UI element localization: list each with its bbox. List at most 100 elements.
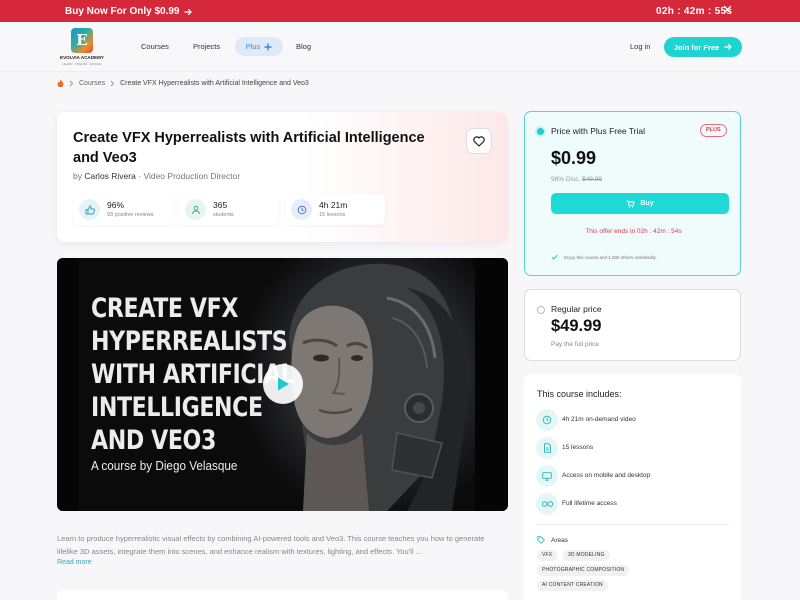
login-link[interactable]: Log in — [630, 42, 650, 51]
author-name[interactable]: Carlos Rivera — [84, 171, 136, 181]
stat-reviews-label: 93 positive reviews — [107, 212, 154, 218]
tag-icon — [537, 536, 545, 544]
video-title-line: HYPERREALISTS — [91, 326, 288, 357]
video-title-line: AND VEO3 — [91, 425, 216, 456]
plus-offer-label: Price with Plus Free Trial — [551, 126, 645, 136]
promo-timer: 02h : 42m : 55s — [656, 6, 733, 17]
play-icon — [276, 376, 290, 392]
buy-label: Buy — [640, 200, 654, 207]
nav-plus[interactable]: Plus — [235, 37, 283, 56]
stat-duration: 4h 21m 15 lessons — [285, 194, 385, 225]
stat-reviews-value: 96% — [107, 200, 125, 210]
includes-item: Access on mobile and desktop — [536, 465, 731, 487]
stat-duration-label: 15 lessons — [319, 212, 346, 218]
read-more-link[interactable]: Read more — [57, 559, 92, 566]
course-title: Create VFX Hyperrealists with Artificial… — [73, 130, 425, 166]
arrow-right-icon — [724, 43, 733, 51]
stat-students-value: 365 — [213, 200, 228, 210]
regular-offer-card[interactable]: Regular price $49.99 Pay the full price — [524, 289, 741, 361]
user-icon — [185, 199, 206, 220]
promo-buy-label[interactable]: Buy Now For Only $0.99 — [65, 6, 179, 17]
regular-offer-price: $49.99 — [551, 317, 602, 335]
plus-icon — [264, 43, 272, 51]
favorite-button[interactable] — [466, 128, 492, 154]
arrow-right-icon — [184, 8, 193, 16]
clock-icon — [536, 409, 558, 431]
monitor-icon — [536, 465, 558, 487]
discount-line: 98% Disc. $49.99 — [551, 176, 602, 183]
enjoy-note: Enjoy this course and 1,000 others unlim… — [551, 254, 657, 260]
area-tag[interactable]: PHOTOGRAPHIC COMPOSITION — [537, 565, 630, 576]
nav-plus-label: Plus — [245, 42, 261, 51]
promo-bar: Buy Now For Only $0.99 02h : 42m : 55s — [0, 0, 800, 22]
stat-reviews: 96% 93 positive reviews — [73, 194, 173, 225]
site-logo[interactable]: E EVOLVIA ACADEMY LEARN · CREATE · EVOLV… — [59, 28, 105, 68]
original-price: $49.99 — [582, 176, 602, 183]
includes-item: 15 lessons — [536, 437, 731, 459]
infinity-icon — [536, 493, 558, 515]
close-icon[interactable] — [723, 5, 732, 14]
nav-projects[interactable]: Projects — [193, 42, 220, 51]
stat-students: 365 students — [179, 194, 279, 225]
enjoy-text: Enjoy this course and 1,000 others unlim… — [564, 254, 657, 260]
includes-item: Full lifetime access — [536, 493, 731, 515]
course-description: Learn to produce hyperrealistic visual e… — [57, 534, 485, 556]
includes-title: This course includes: — [537, 389, 622, 399]
logo-tagline: LEARN · CREATE · EVOLVE — [62, 62, 102, 66]
regular-offer-label: Regular price — [551, 304, 602, 314]
areas-header: Areas — [537, 536, 568, 544]
heart-icon — [473, 135, 485, 147]
includes-item: 4h 21m on-demand video — [536, 409, 731, 431]
thumbs-up-icon — [79, 199, 100, 220]
author-role: Video Production Director — [143, 171, 241, 181]
video-title-line: INTELLIGENCE — [91, 392, 263, 423]
join-button[interactable]: Join for Free — [664, 37, 742, 57]
plus-offer-radio[interactable] — [537, 128, 544, 135]
divider — [536, 524, 729, 525]
area-tag[interactable]: VFX — [537, 550, 558, 561]
includes-item-text: 4h 21m on-demand video — [562, 416, 636, 423]
promo-buy-link[interactable]: Buy Now For Only $0.99 — [65, 6, 193, 17]
video-subtitle: A course by Diego Velasque — [91, 458, 238, 473]
chevron-right-icon — [69, 80, 74, 87]
flame-icon[interactable] — [57, 79, 64, 87]
areas-label: Areas — [551, 536, 568, 544]
area-tag[interactable]: AI CONTENT CREATION — [537, 580, 608, 591]
play-button[interactable] — [263, 364, 303, 404]
breadcrumb-current: Create VFX Hyperrealists with Artificial… — [120, 79, 309, 87]
includes-item-text: Access on mobile and desktop — [562, 472, 651, 479]
nav-blog[interactable]: Blog — [296, 42, 311, 51]
logo-badge: E — [71, 28, 93, 53]
buy-button[interactable]: Buy — [551, 193, 729, 214]
course-video-player[interactable]: CREATE VFX HYPERREALISTS WITH ARTIFICIAL… — [57, 258, 508, 511]
join-label: Join for Free — [673, 42, 720, 52]
site-header: E EVOLVIA ACADEMY LEARN · CREATE · EVOLV… — [0, 22, 800, 72]
plus-offer-card[interactable]: Price with Plus Free Trial PLUS $0.99 98… — [524, 111, 741, 276]
next-section-card — [57, 590, 508, 600]
byline-by: by — [73, 171, 82, 181]
stat-duration-value: 4h 21m — [319, 200, 348, 210]
byline-separator: · — [138, 171, 142, 181]
includes-item-text: 15 lessons — [562, 444, 594, 451]
video-title-line: CREATE VFX — [91, 293, 239, 324]
regular-offer-radio[interactable] — [537, 306, 545, 314]
regular-offer-note: Pay the full price — [551, 341, 600, 348]
plus-offer-price: $0.99 — [551, 148, 597, 168]
cart-icon — [626, 199, 636, 208]
document-icon — [536, 437, 558, 459]
includes-item-text: Full lifetime access — [562, 500, 617, 507]
clock-icon — [291, 199, 312, 220]
stat-students-label: students — [213, 212, 234, 218]
chevron-right-icon — [110, 80, 115, 87]
nav-courses[interactable]: Courses — [141, 42, 169, 51]
breadcrumb: Courses Create VFX Hyperrealists with Ar… — [57, 79, 309, 87]
plus-badge: PLUS — [700, 124, 727, 137]
check-icon — [551, 254, 558, 260]
course-includes-card: This course includes: 4h 21m on-demand v… — [524, 374, 741, 600]
logo-name: EVOLVIA ACADEMY — [60, 55, 104, 60]
offer-countdown: This offer ends in 02h : 42m : 54s — [585, 228, 682, 235]
breadcrumb-courses[interactable]: Courses — [79, 80, 105, 87]
area-tag[interactable]: 3D MODELING — [563, 550, 610, 561]
discount-percent: 98% Disc. — [551, 176, 581, 183]
course-hero-card: Create VFX Hyperrealists with Artificial… — [57, 112, 507, 242]
